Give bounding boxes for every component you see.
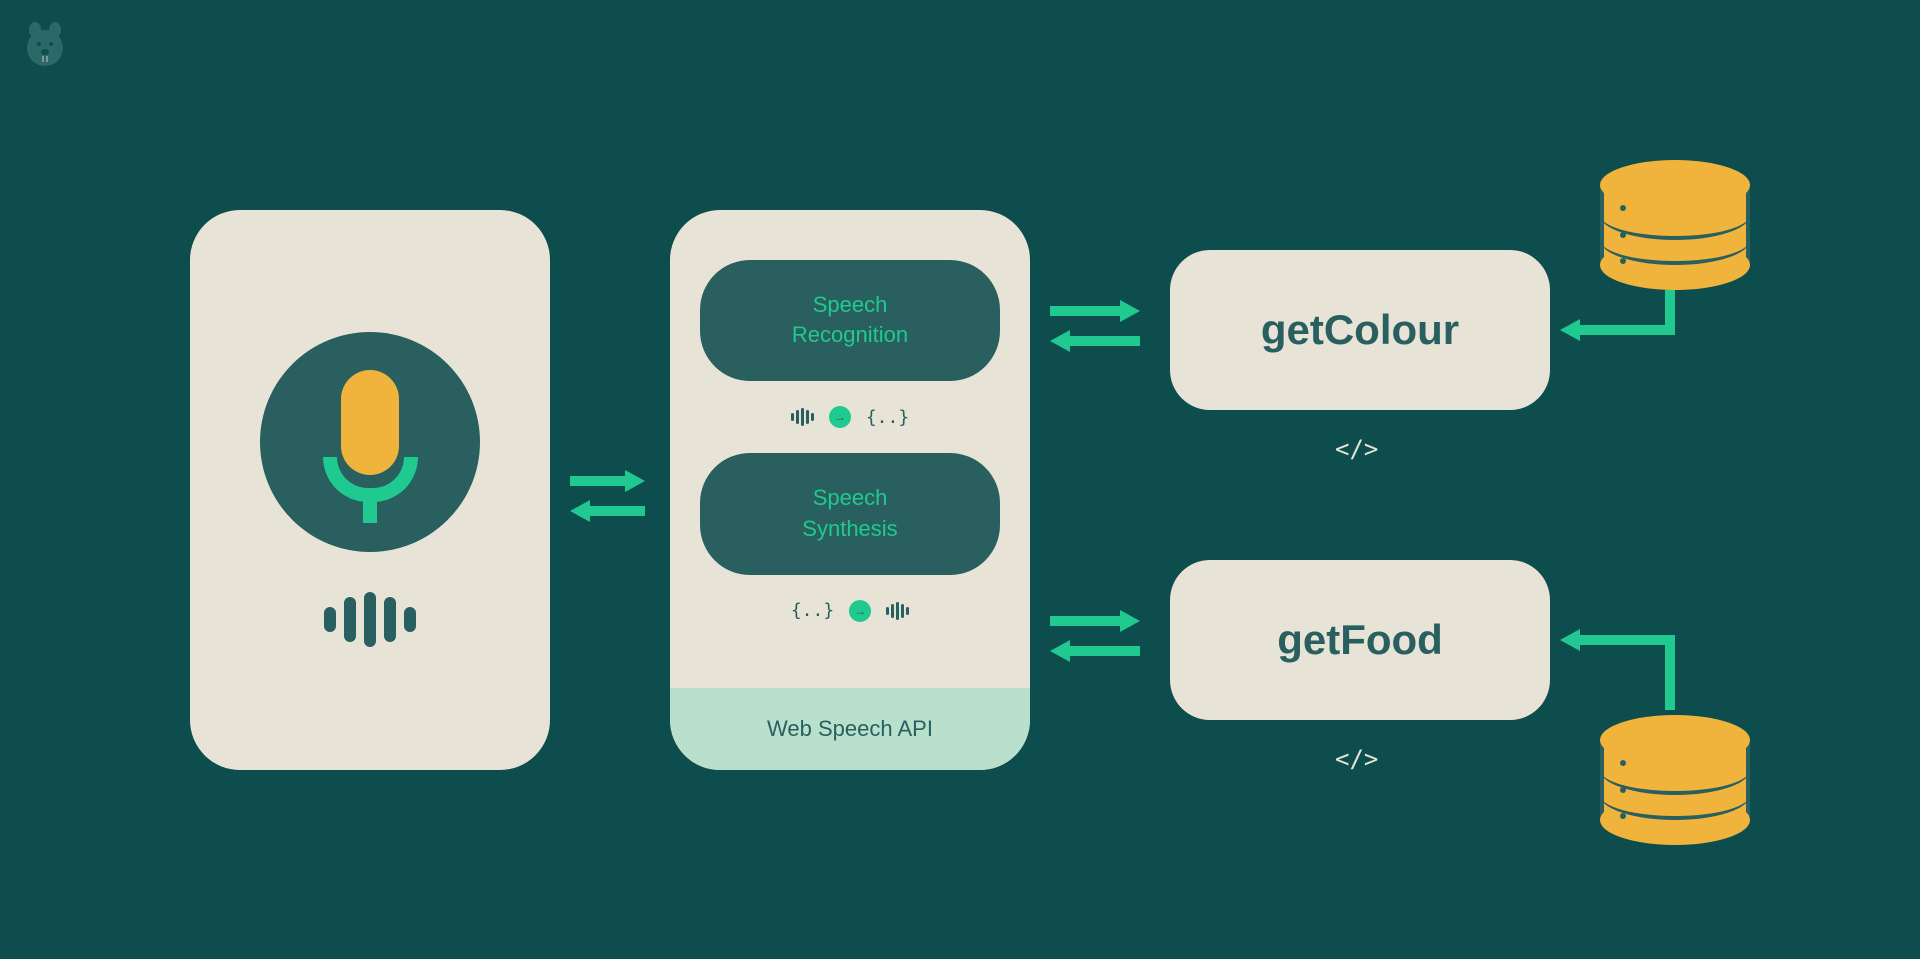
waveform-icon [324, 592, 416, 647]
microphone-icon [260, 332, 480, 552]
speech-synthesis-pill: Speech Synthesis [700, 453, 1000, 575]
recognition-label-2: Recognition [720, 320, 980, 351]
microphone-card [190, 210, 550, 770]
getfood-label: getFood [1277, 616, 1443, 664]
web-speech-api-label: Web Speech API [670, 688, 1030, 770]
arrow-right-icon: → [829, 406, 851, 428]
audio-to-text-conversion: → {..} [700, 406, 1000, 428]
bidirectional-arrows-mic-speech [570, 470, 645, 522]
synthesis-label-2: Synthesis [720, 514, 980, 545]
text-to-audio-conversion: {..} → [700, 600, 1000, 622]
mini-waveform-icon [791, 408, 814, 426]
json-braces-icon: {..} [791, 600, 834, 621]
arrow-right-icon: → [849, 600, 871, 622]
getfood-function-card: getFood [1170, 560, 1550, 720]
architecture-diagram: Speech Recognition → {..} Speech Synthes… [110, 80, 1810, 880]
getcolour-function-card: getColour [1170, 250, 1550, 410]
getcolour-label: getColour [1261, 306, 1459, 354]
mini-waveform-icon [886, 602, 909, 620]
database-icon-bottom [1600, 715, 1750, 835]
web-speech-api-card: Speech Recognition → {..} Speech Synthes… [670, 210, 1030, 770]
bidirectional-arrows-getfood [1050, 610, 1140, 662]
database-icon-top [1600, 160, 1750, 280]
json-braces-icon: {..} [866, 407, 909, 428]
recognition-label-1: Speech [720, 290, 980, 321]
speech-recognition-pill: Speech Recognition [700, 260, 1000, 382]
bidirectional-arrows-getcolour [1050, 300, 1140, 352]
synthesis-label-1: Speech [720, 483, 980, 514]
code-icon: </> [1335, 745, 1378, 773]
code-icon: </> [1335, 435, 1378, 463]
brand-logo [20, 20, 70, 70]
